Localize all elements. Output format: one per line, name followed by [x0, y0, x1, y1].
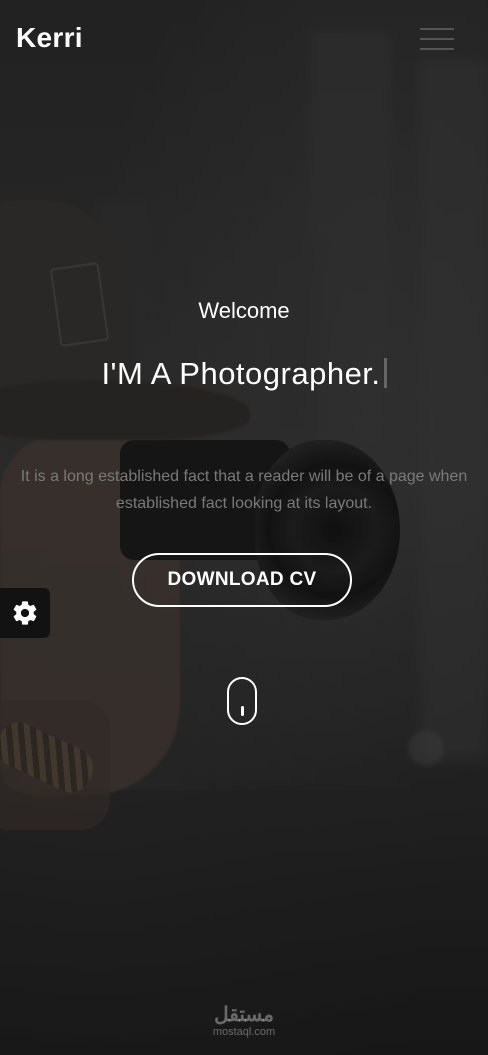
download-cv-button[interactable]: DOWNLOAD CV [132, 553, 352, 607]
hero-headline: I'M A Photographer. [0, 356, 488, 392]
settings-toggle-button[interactable] [0, 588, 50, 638]
typing-cursor [383, 358, 387, 388]
hamburger-icon[interactable] [420, 26, 454, 52]
gear-icon [13, 601, 37, 625]
site-header: Kerri [0, 0, 488, 80]
headline-text: I'M A Photographer. [101, 356, 381, 391]
watermark-main: مستقل [214, 1004, 274, 1026]
mouse-scroll-icon[interactable] [227, 677, 257, 725]
watermark: مستقل mostaql.com [0, 1004, 488, 1038]
welcome-text: Welcome [198, 298, 290, 323]
watermark-sub: mostaql.com [212, 1026, 276, 1038]
hero-description: It is a long established fact that a rea… [20, 468, 468, 512]
site-logo[interactable]: Kerri [16, 22, 83, 54]
hero-background [0, 0, 488, 1055]
